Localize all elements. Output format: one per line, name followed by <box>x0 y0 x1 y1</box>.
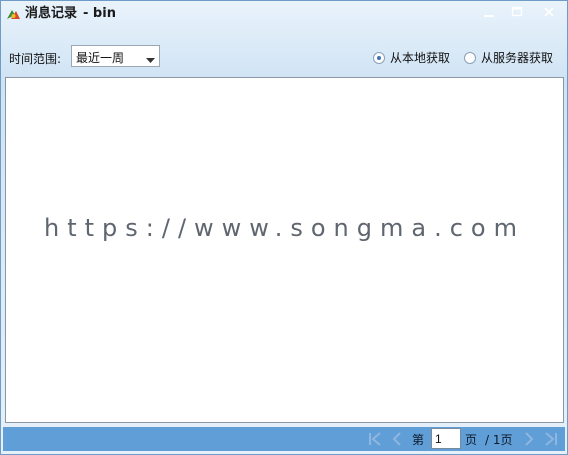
radio-server-label: 从服务器获取 <box>481 51 554 65</box>
page-suffix-label: 页 <box>465 433 478 447</box>
app-logo-icon <box>6 7 21 21</box>
minimize-button[interactable] <box>477 3 501 21</box>
maximize-button[interactable] <box>505 3 529 21</box>
maximize-icon <box>511 6 523 18</box>
close-button[interactable] <box>537 3 561 21</box>
page-prefix-label: 第 <box>412 433 425 447</box>
message-list-area[interactable]: https://www.songma.com <box>5 77 564 423</box>
prev-page-icon[interactable] <box>389 431 405 447</box>
page-total-label: / 1页 <box>485 433 513 447</box>
time-range-label: 时间范围: <box>9 52 62 66</box>
pagination-bar: 第 页 / 1页 <box>3 427 565 451</box>
message-history-window: 消息记录 - bin 时间范围: 最近一周 从本地获取 从服务器获取 https… <box>0 0 568 455</box>
window-title-text: 消息记录 <box>25 6 78 21</box>
watermark-text: https://www.songma.com <box>44 214 525 242</box>
last-page-icon[interactable] <box>543 431 559 447</box>
page-number-input[interactable] <box>431 428 461 449</box>
radio-local-label: 从本地获取 <box>390 51 451 65</box>
close-icon <box>543 6 555 18</box>
minimize-icon <box>483 6 495 18</box>
window-title: 消息记录 - bin <box>25 5 116 23</box>
radio-server-source[interactable]: 从服务器获取 <box>464 49 553 66</box>
time-range-value: 最近一周 <box>76 51 125 65</box>
time-range-select[interactable]: 最近一周 <box>71 45 160 67</box>
window-title-user: - bin <box>83 6 116 21</box>
first-page-icon[interactable] <box>367 431 383 447</box>
chevron-down-icon <box>146 53 155 67</box>
radio-server-indicator[interactable] <box>464 51 476 64</box>
radio-local-source[interactable]: 从本地获取 <box>373 49 450 66</box>
radio-local-indicator[interactable] <box>373 51 385 64</box>
filter-toolbar: 时间范围: 最近一周 从本地获取 从服务器获取 <box>1 41 567 73</box>
next-page-icon[interactable] <box>521 431 537 447</box>
title-bar[interactable]: 消息记录 - bin <box>1 1 567 27</box>
